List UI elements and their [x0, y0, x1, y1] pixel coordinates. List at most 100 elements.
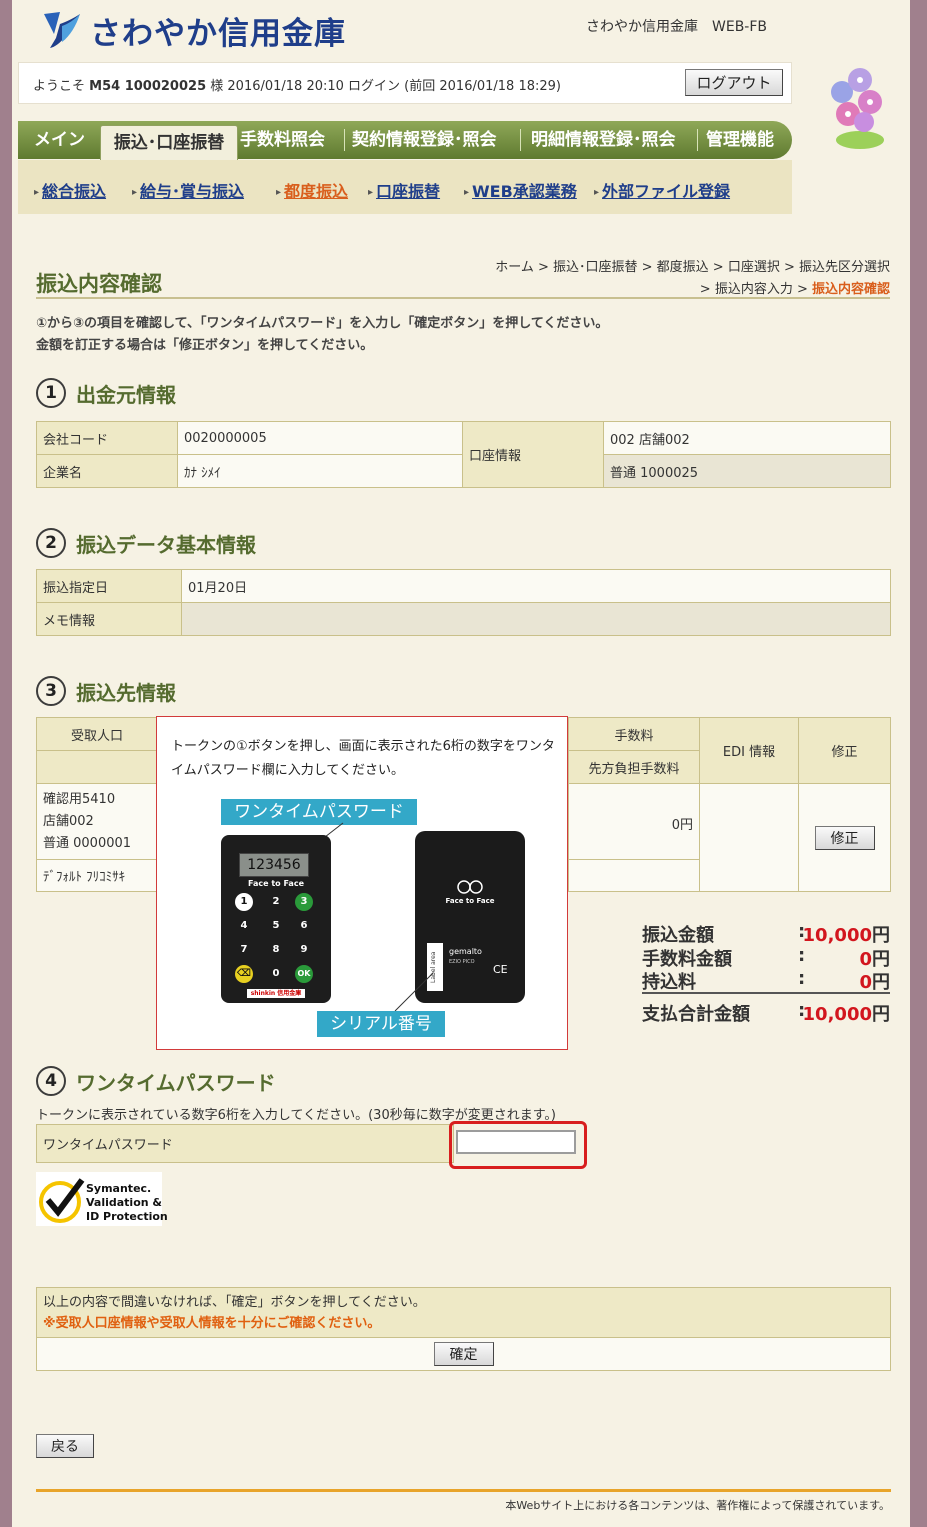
- flower-icon: [831, 68, 884, 149]
- section2-header: 2 振込データ基本情報: [36, 528, 256, 558]
- subnav-file-upload[interactable]: 外部ファイル登録: [594, 178, 730, 202]
- nav-separator: [697, 129, 698, 151]
- confirm-button[interactable]: 確定: [433, 1342, 494, 1366]
- transfer-amount-value: 10,000: [802, 925, 872, 946]
- confirm-table: 以上の内容で間違いなければ、「確定」ボタンを押してください。 ※受取人口座情報や…: [36, 1287, 891, 1371]
- symantec-text: Symantec. Validation & ID Protection: [86, 1182, 168, 1224]
- token-key-9: 9: [300, 944, 308, 955]
- token-front-image: 123456 Face to Face 1 2 3 4 5 6 7 8 9 ⌫ …: [221, 835, 331, 1003]
- subnav-salary-transfer[interactable]: 給与･賞与振込: [132, 178, 244, 202]
- edit-cell: 修正: [798, 783, 891, 892]
- breadcrumb-current: 振込内容確認: [811, 282, 890, 297]
- subnav-single-transfer[interactable]: 都度振込: [276, 178, 348, 202]
- subnav-account-transfer[interactable]: 口座振替: [368, 178, 440, 202]
- edi-value: [699, 783, 799, 892]
- token-model: EZIO PICO: [449, 959, 475, 965]
- yen-unit: 円: [872, 1004, 890, 1025]
- header-cell: [36, 750, 158, 784]
- section-number: 3: [36, 676, 66, 706]
- company-name-label: 企業名: [36, 454, 178, 488]
- ce-mark-icon: CE: [493, 963, 508, 976]
- fee-amount-value: 0: [859, 949, 872, 970]
- summary-divider: [642, 992, 890, 994]
- yen-unit: 円: [872, 949, 890, 970]
- company-code: 0020000005: [177, 421, 463, 455]
- nav-transfer[interactable]: 振込･口座振替: [100, 125, 238, 164]
- nav-separator: [520, 129, 521, 151]
- fee-header: 手数料: [568, 717, 700, 751]
- token-key-1: 1: [235, 893, 253, 911]
- section1-header: 1 出金元情報: [36, 378, 176, 408]
- fee-value: 0円: [568, 783, 700, 860]
- edit-button[interactable]: 修正: [814, 825, 875, 850]
- bank-name: さわやか信用金庫: [90, 15, 346, 52]
- transfer-basic-table: 振込指定日 01月20日 メモ情報: [36, 569, 891, 636]
- symantec-badge: Symantec. Validation & ID Protection: [36, 1172, 168, 1226]
- token-key-5: 5: [272, 920, 280, 931]
- sub-nav: 総合振込 給与･賞与振込 都度振込 口座振替 WEB承認業務 外部ファイル登録: [18, 160, 792, 214]
- total-amount: 10,000円: [803, 1000, 890, 1026]
- token-key-7: 7: [240, 944, 248, 955]
- nav-main[interactable]: メイン: [34, 121, 85, 159]
- source-account-table: 会社コード 0020000005 口座情報 002 店舗002 企業名 ｶﾅ ｼ…: [36, 421, 891, 488]
- bank-logo[interactable]: さわやか信用金庫: [40, 6, 346, 54]
- total-amount-label: 支払合計金額: [642, 1004, 750, 1025]
- breadcrumb[interactable]: ホーム > 振込･口座振替 > 都度振込 > 口座選択 > 振込先区分選択: [495, 256, 890, 275]
- account-number: 普通 1000025: [603, 454, 891, 488]
- total-amount-value: 10,000: [802, 1004, 872, 1025]
- recipient-line: 確認用5410: [43, 791, 116, 807]
- footer-line: [36, 1489, 891, 1492]
- section-number: 4: [36, 1066, 66, 1096]
- nav-contract[interactable]: 契約情報登録･照会: [352, 121, 497, 159]
- fee-detail: [568, 859, 700, 892]
- breadcrumb-prefix[interactable]: > 振込内容入力 >: [700, 282, 812, 297]
- token-brand: Face to Face: [247, 879, 304, 888]
- otp-label: ワンタイムパスワード: [36, 1124, 454, 1163]
- recipient-line: 普通 0000001: [43, 835, 132, 851]
- overlay-text: トークンの①ボタンを押し、画面に表示された6桁の数字をワンタイムパスワード欄に入…: [171, 739, 555, 778]
- transfer-amount-label: 振込金額: [642, 925, 714, 946]
- section-number: 2: [36, 528, 66, 558]
- nav-admin[interactable]: 管理機能: [706, 121, 774, 159]
- colon: :: [798, 968, 806, 989]
- user-id: M54 100020025: [89, 79, 207, 94]
- token-key-2: 2: [272, 896, 280, 907]
- edi-header: EDI 情報: [699, 717, 799, 784]
- copyright-notice: 本Webサイト上における各コンテンツは、著作権によって保護されています。: [505, 1499, 890, 1512]
- transfer-date-label: 振込指定日: [36, 569, 182, 603]
- yen-unit: 円: [872, 972, 890, 993]
- section-number: 1: [36, 378, 66, 408]
- recipient-account: 確認用5410 店舗002 普通 0000001: [36, 783, 158, 860]
- page: さわやか信用金庫 さわやか信用金庫 WEB-FB ようこそ M54 100020…: [12, 0, 910, 1527]
- serial-tag: シリアル番号: [317, 1011, 445, 1037]
- subnav-general-transfer[interactable]: 総合振込: [34, 178, 106, 202]
- section-title: ワンタイムパスワード: [76, 1070, 276, 1095]
- mochikomi-label: 持込料: [642, 972, 696, 993]
- token-maker: gemalto: [449, 947, 482, 956]
- otp-input[interactable]: [456, 1130, 576, 1154]
- recipient-line: 店舗002: [43, 813, 94, 829]
- confirm-warning: ※受取人口座情報や受取人情報を十分にご確認ください。: [43, 1315, 381, 1331]
- edit-header: 修正: [798, 717, 891, 784]
- main-nav: メイン 振込･口座振替 手数料照会 契約情報登録･照会 明細情報登録･照会 管理…: [18, 121, 792, 164]
- transfer-date: 01月20日: [181, 569, 891, 603]
- logout-button[interactable]: ログアウト: [685, 69, 783, 96]
- subnav-web-approval[interactable]: WEB承認業務: [464, 178, 577, 202]
- nav-statement[interactable]: 明細情報登録･照会: [531, 121, 676, 159]
- symantec-line: Symantec.: [86, 1182, 152, 1195]
- colon: :: [798, 945, 806, 966]
- mochikomi-value: 0: [859, 972, 872, 993]
- company-name: ｶﾅ ｼﾒｲ: [177, 454, 463, 488]
- breadcrumb-line2: > 振込内容入力 > 振込内容確認: [700, 278, 890, 297]
- welcome-bar: ようこそ M54 100020025 様 2016/01/18 20:10 ログ…: [18, 62, 792, 104]
- symantec-line: ID Protection: [86, 1210, 168, 1223]
- token-key-3: 3: [295, 893, 313, 911]
- title-divider: [36, 297, 890, 299]
- nav-fee-inquiry[interactable]: 手数料照会: [240, 121, 325, 159]
- welcome-text: ようこそ M54 100020025 様 2016/01/18 20:10 ログ…: [33, 75, 561, 94]
- token-help-overlay: トークンの①ボタンを押し、画面に表示された6桁の数字をワンタイムパスワード欄に入…: [156, 716, 568, 1050]
- symantec-line: Validation &: [86, 1196, 163, 1209]
- page-title: 振込内容確認: [36, 272, 162, 296]
- back-button[interactable]: 戻る: [36, 1434, 94, 1458]
- system-name: さわやか信用金庫 WEB-FB: [586, 19, 768, 35]
